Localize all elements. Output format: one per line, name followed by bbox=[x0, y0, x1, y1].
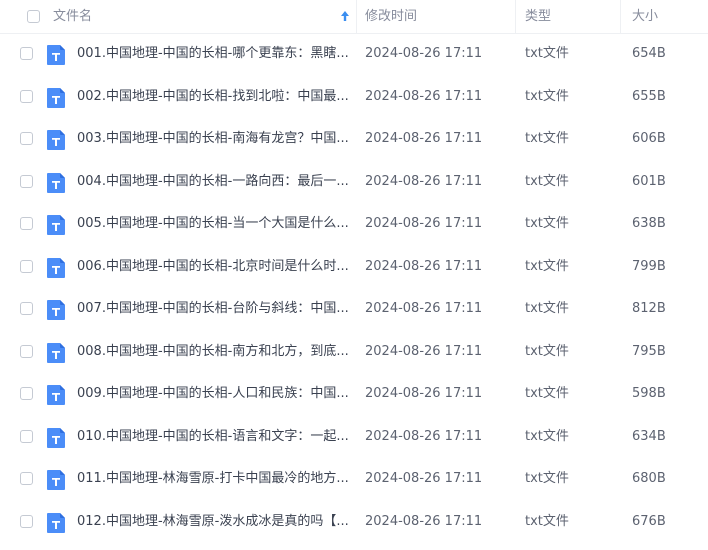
file-name[interactable]: 003.中国地理-中国的长相-南海有龙宫？中国... bbox=[77, 118, 349, 161]
file-modified-time: 2024-08-26 17:11 bbox=[365, 343, 483, 359]
txt-file-icon bbox=[47, 130, 65, 150]
txt-file-icon bbox=[47, 385, 65, 405]
file-type: txt文件 bbox=[525, 471, 569, 486]
file-type: txt文件 bbox=[525, 343, 569, 359]
column-divider[interactable] bbox=[515, 0, 516, 33]
txt-file-icon bbox=[47, 470, 65, 490]
txt-file-icon bbox=[47, 342, 65, 363]
file-name[interactable]: 011.中国地理-林海雪原-打卡中国最冷的地方... bbox=[77, 458, 349, 501]
column-divider[interactable] bbox=[620, 0, 621, 33]
file-name[interactable]: 009.中国地理-中国的长相-人口和民族：中国... bbox=[77, 373, 349, 416]
row-checkbox[interactable] bbox=[20, 89, 33, 103]
file-name[interactable]: 010.中国地理-中国的长相-语言和文字：一起... bbox=[77, 416, 349, 459]
table-row[interactable]: 010.中国地理-中国的长相-语言和文字：一起... 2024-08-26 17… bbox=[0, 416, 708, 459]
row-checkbox[interactable] bbox=[20, 47, 33, 60]
file-type: txt文件 bbox=[525, 513, 569, 529]
file-size: 655B bbox=[632, 88, 666, 104]
table-row[interactable]: 002.中国地理-中国的长相-找到北啦：中国最... 2024-08-26 17… bbox=[0, 76, 708, 119]
file-modified-time: 2024-08-26 17:11 bbox=[365, 471, 483, 486]
file-modified-time: 2024-08-26 17:11 bbox=[365, 88, 483, 104]
file-modified-time: 2024-08-26 17:11 bbox=[365, 131, 483, 146]
txt-file-icon bbox=[47, 172, 65, 193]
file-name[interactable]: 007.中国地理-中国的长相-台阶与斜线：中国... bbox=[77, 288, 349, 331]
row-checkbox[interactable] bbox=[20, 259, 33, 273]
table-row[interactable]: 004.中国地理-中国的长相-一路向西：最后一... 2024-08-26 17… bbox=[0, 161, 708, 204]
file-name[interactable]: 001.中国地理-中国的长相-哪个更靠东：黑瞎... bbox=[77, 33, 349, 76]
table-header: 文件名 修改时间 类型 大小 bbox=[0, 0, 708, 34]
column-header-size[interactable]: 大小 bbox=[632, 0, 658, 33]
table-row[interactable]: 009.中国地理-中国的长相-人口和民族：中国... 2024-08-26 17… bbox=[0, 373, 708, 416]
file-list-table: 文件名 修改时间 类型 大小 001.中国地理-中国的长相-哪个更靠东：黑瞎..… bbox=[0, 0, 708, 550]
txt-file-icon bbox=[47, 87, 65, 108]
row-checkbox[interactable] bbox=[20, 472, 33, 485]
file-type: txt文件 bbox=[525, 88, 569, 104]
table-row[interactable]: 008.中国地理-中国的长相-南方和北方，到底... 2024-08-26 17… bbox=[0, 331, 708, 374]
file-type: txt文件 bbox=[525, 258, 569, 274]
txt-file-icon bbox=[47, 45, 65, 65]
txt-file-icon bbox=[47, 300, 65, 320]
file-modified-time: 2024-08-26 17:11 bbox=[365, 301, 483, 316]
row-checkbox[interactable] bbox=[20, 344, 33, 358]
file-type: txt文件 bbox=[525, 216, 569, 231]
file-name[interactable]: 008.中国地理-中国的长相-南方和北方，到底... bbox=[77, 331, 349, 374]
file-size: 795B bbox=[632, 343, 666, 359]
file-name[interactable]: 012.中国地理-林海雪原-泼水成冰是真的吗【... bbox=[77, 501, 349, 544]
table-row[interactable]: 006.中国地理-中国的长相-北京时间是什么时... 2024-08-26 17… bbox=[0, 246, 708, 289]
file-size: 654B bbox=[632, 46, 666, 61]
row-checkbox[interactable] bbox=[20, 174, 33, 188]
file-modified-time: 2024-08-26 17:11 bbox=[365, 46, 483, 61]
txt-file-icon bbox=[47, 427, 65, 448]
file-type: txt文件 bbox=[525, 173, 569, 189]
file-size: 676B bbox=[632, 513, 666, 529]
table-row[interactable]: 007.中国地理-中国的长相-台阶与斜线：中国... 2024-08-26 17… bbox=[0, 288, 708, 331]
file-type: txt文件 bbox=[525, 386, 569, 401]
file-size: 812B bbox=[632, 301, 666, 316]
txt-file-icon bbox=[47, 215, 65, 235]
file-modified-time: 2024-08-26 17:11 bbox=[365, 173, 483, 189]
file-name[interactable]: 006.中国地理-中国的长相-北京时间是什么时... bbox=[77, 246, 349, 289]
file-name[interactable]: 005.中国地理-中国的长相-当一个大国是什么... bbox=[77, 203, 349, 246]
file-type: txt文件 bbox=[525, 301, 569, 316]
file-name[interactable]: 004.中国地理-中国的长相-一路向西：最后一... bbox=[77, 161, 349, 204]
file-size: 799B bbox=[632, 258, 666, 274]
select-all-checkbox[interactable] bbox=[27, 10, 40, 23]
row-checkbox[interactable] bbox=[20, 387, 33, 400]
file-modified-time: 2024-08-26 17:11 bbox=[365, 216, 483, 231]
file-modified-time: 2024-08-26 17:11 bbox=[365, 428, 483, 444]
table-row[interactable]: 001.中国地理-中国的长相-哪个更靠东：黑瞎... 2024-08-26 17… bbox=[0, 33, 708, 76]
file-size: 638B bbox=[632, 216, 666, 231]
table-row[interactable]: 005.中国地理-中国的长相-当一个大国是什么... 2024-08-26 17… bbox=[0, 203, 708, 246]
row-checkbox[interactable] bbox=[20, 429, 33, 443]
file-type: txt文件 bbox=[525, 131, 569, 146]
sort-arrow-up-icon[interactable] bbox=[339, 9, 351, 23]
row-checkbox[interactable] bbox=[20, 132, 33, 145]
file-size: 601B bbox=[632, 173, 666, 189]
file-type: txt文件 bbox=[525, 46, 569, 61]
file-modified-time: 2024-08-26 17:11 bbox=[365, 386, 483, 401]
column-header-name[interactable]: 文件名 bbox=[53, 0, 92, 33]
table-row[interactable]: 011.中国地理-林海雪原-打卡中国最冷的地方... 2024-08-26 17… bbox=[0, 458, 708, 501]
file-size: 634B bbox=[632, 428, 666, 444]
txt-file-icon bbox=[47, 512, 65, 533]
file-name[interactable]: 002.中国地理-中国的长相-找到北啦：中国最... bbox=[77, 76, 349, 119]
column-header-type[interactable]: 类型 bbox=[525, 0, 551, 33]
file-size: 598B bbox=[632, 386, 666, 401]
txt-file-icon bbox=[47, 257, 65, 278]
row-checkbox[interactable] bbox=[20, 514, 33, 528]
file-size: 680B bbox=[632, 471, 666, 486]
file-modified-time: 2024-08-26 17:11 bbox=[365, 513, 483, 529]
table-row[interactable]: 003.中国地理-中国的长相-南海有龙宫？中国... 2024-08-26 17… bbox=[0, 118, 708, 161]
file-modified-time: 2024-08-26 17:11 bbox=[365, 258, 483, 274]
column-header-modified[interactable]: 修改时间 bbox=[365, 0, 417, 33]
table-row[interactable]: 012.中国地理-林海雪原-泼水成冰是真的吗【... 2024-08-26 17… bbox=[0, 501, 708, 544]
column-divider[interactable] bbox=[356, 0, 357, 33]
file-type: txt文件 bbox=[525, 428, 569, 444]
file-size: 606B bbox=[632, 131, 666, 146]
row-checkbox[interactable] bbox=[20, 217, 33, 230]
row-checkbox[interactable] bbox=[20, 302, 33, 315]
